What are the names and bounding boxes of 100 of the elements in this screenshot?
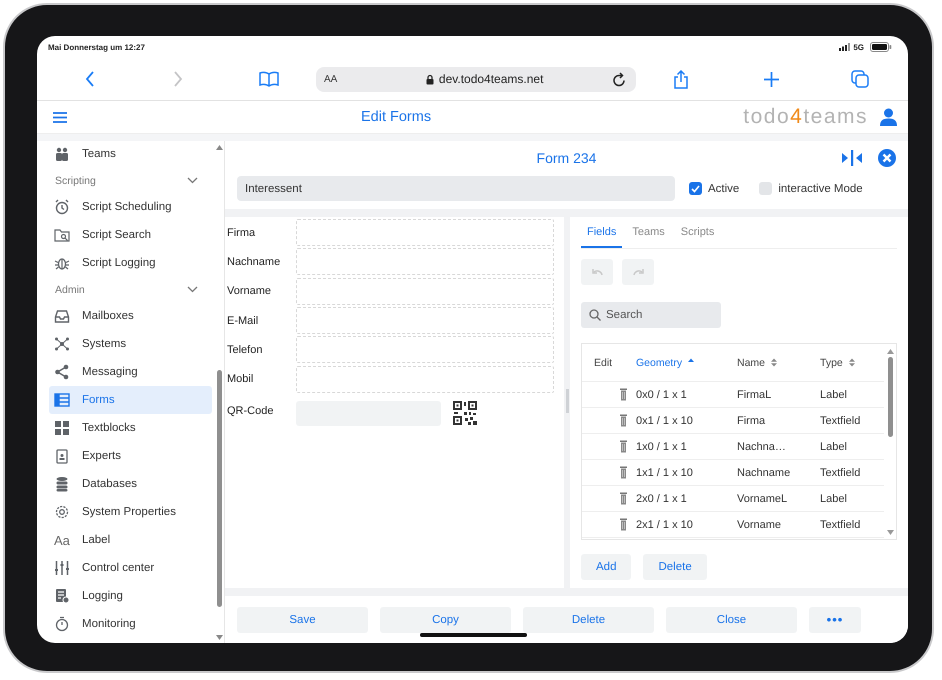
action-button[interactable]: Close: [666, 606, 797, 632]
table-cell-text: Firma: [737, 414, 766, 426]
checkbox[interactable]: [759, 182, 772, 195]
network-label: 5G: [853, 42, 864, 52]
split-icon[interactable]: [842, 150, 862, 166]
more-button[interactable]: •••: [809, 606, 861, 632]
reader-button[interactable]: AA: [324, 74, 338, 84]
sidebar-item[interactable]: Monitoring: [49, 610, 212, 638]
grid-icon: [54, 420, 70, 436]
menu-icon[interactable]: [53, 112, 67, 122]
network-icon: [54, 336, 70, 352]
user-icon[interactable]: [880, 108, 897, 126]
input-field[interactable]: [296, 366, 554, 393]
column-header[interactable]: Geometry: [636, 356, 737, 368]
address-bar[interactable]: AA dev.todo4teams.net: [316, 66, 636, 92]
lock-icon: [426, 74, 434, 84]
reload-icon[interactable]: [612, 72, 626, 86]
inbox-icon: [54, 308, 70, 324]
input-field[interactable]: [296, 248, 554, 276]
trash-icon[interactable]: [620, 440, 627, 453]
logo: todo4teams: [743, 105, 868, 129]
sort-icon[interactable]: [771, 358, 778, 367]
undo-icon: [592, 268, 602, 276]
sidebar-item[interactable]: Systems: [49, 330, 212, 358]
input-field[interactable]: [296, 278, 554, 305]
qr-code-icon: [453, 400, 477, 425]
sidebar-item[interactable]: Experts: [49, 442, 212, 470]
action-button[interactable]: Delete: [523, 606, 654, 632]
scrollbar-thumb[interactable]: [888, 357, 892, 437]
alarm-clock-icon: [54, 199, 70, 215]
folder-search-icon: [54, 227, 70, 243]
tab[interactable]: Fields: [581, 217, 622, 248]
sidebar-item[interactable]: Control center: [49, 554, 212, 582]
field-label: QR-Code: [227, 404, 274, 417]
table-cell-text: Textfield: [820, 466, 862, 478]
field-label: Mobil: [227, 373, 254, 386]
people-icon: [54, 146, 70, 162]
sidebar-item[interactable]: Messaging: [49, 358, 212, 386]
page-title: Edit Forms: [361, 109, 432, 125]
checkbox[interactable]: [689, 182, 702, 195]
input-field[interactable]: [296, 336, 554, 364]
scroll-down-icon[interactable]: [216, 635, 222, 640]
log-icon: [54, 588, 70, 604]
trash-icon[interactable]: [620, 466, 627, 479]
sidebar-item[interactable]: Script Logging: [49, 249, 212, 277]
resize-handle[interactable]: [566, 389, 568, 413]
trash-icon[interactable]: [620, 388, 627, 401]
book-icon[interactable]: [259, 71, 279, 87]
sort-icon[interactable]: [848, 358, 855, 367]
sidebar-item[interactable]: Script Search: [49, 221, 212, 249]
sidebar-item[interactable]: Mailboxes: [49, 302, 212, 330]
sidebar-item[interactable]: System Properties: [49, 498, 212, 526]
scroll-down-icon[interactable]: [886, 530, 894, 535]
sidebar-item[interactable]: Databases: [49, 470, 212, 498]
tab[interactable]: Scripts: [674, 217, 720, 248]
input-field[interactable]: [296, 219, 554, 246]
table-cell-text: Label: [820, 388, 848, 400]
share-icon[interactable]: [673, 70, 689, 88]
trash-icon[interactable]: [620, 414, 627, 427]
back-icon[interactable]: [85, 71, 95, 87]
close-icon[interactable]: [878, 149, 896, 167]
tab[interactable]: Teams: [626, 217, 671, 248]
chevron-icon[interactable]: [187, 177, 198, 184]
sidebar-item[interactable]: Teams: [49, 141, 212, 168]
table-cell-text: Textfield: [820, 518, 862, 530]
battery-icon: [870, 42, 892, 52]
sidebar-item[interactable]: Forms: [49, 386, 212, 414]
field-label: Nachname: [227, 256, 282, 268]
form-title: Form 234: [536, 150, 598, 166]
action-button[interactable]: Save: [237, 606, 368, 632]
sidebar-item[interactable]: Logging: [49, 582, 212, 610]
column-header: Edit: [593, 356, 614, 368]
sidebar-item[interactable]: Aa Label: [49, 526, 212, 554]
table-action-button[interactable]: Add: [581, 554, 632, 580]
tabs-icon[interactable]: [851, 70, 869, 88]
action-button[interactable]: Copy: [380, 606, 511, 632]
plus-icon[interactable]: [764, 72, 779, 86]
sidebar-section-label: Scripting: [55, 174, 96, 186]
scroll-up-icon[interactable]: [216, 145, 222, 150]
input-field[interactable]: [296, 307, 554, 334]
table-action-button[interactable]: Delete: [643, 554, 707, 580]
sidebar-item[interactable]: Textblocks: [49, 414, 212, 442]
trash-icon[interactable]: [620, 492, 627, 505]
sidebar-item[interactable]: Script Scheduling: [49, 193, 212, 221]
column-header[interactable]: Name: [737, 356, 820, 368]
column-header[interactable]: Type: [820, 356, 880, 368]
scrollbar-thumb[interactable]: [216, 370, 222, 607]
field-label: E-Mail: [227, 314, 260, 327]
scroll-up-icon[interactable]: [886, 349, 894, 354]
sidebar-section-label: Admin: [55, 284, 85, 296]
form-name-field[interactable]: Interessent: [237, 176, 675, 201]
table-cell-text: 2x0 / 1 x 1: [636, 492, 688, 504]
field-label: Telefon: [227, 344, 264, 356]
table-cell-text: VornameL: [737, 492, 788, 504]
stopwatch-icon: [54, 616, 70, 632]
chevron-icon[interactable]: [187, 286, 198, 293]
table-cell-text: Label: [820, 440, 848, 452]
trash-icon[interactable]: [620, 518, 627, 531]
search-field[interactable]: Search: [581, 302, 721, 328]
table-cell-text: 0x0 / 1 x 1: [636, 388, 688, 400]
